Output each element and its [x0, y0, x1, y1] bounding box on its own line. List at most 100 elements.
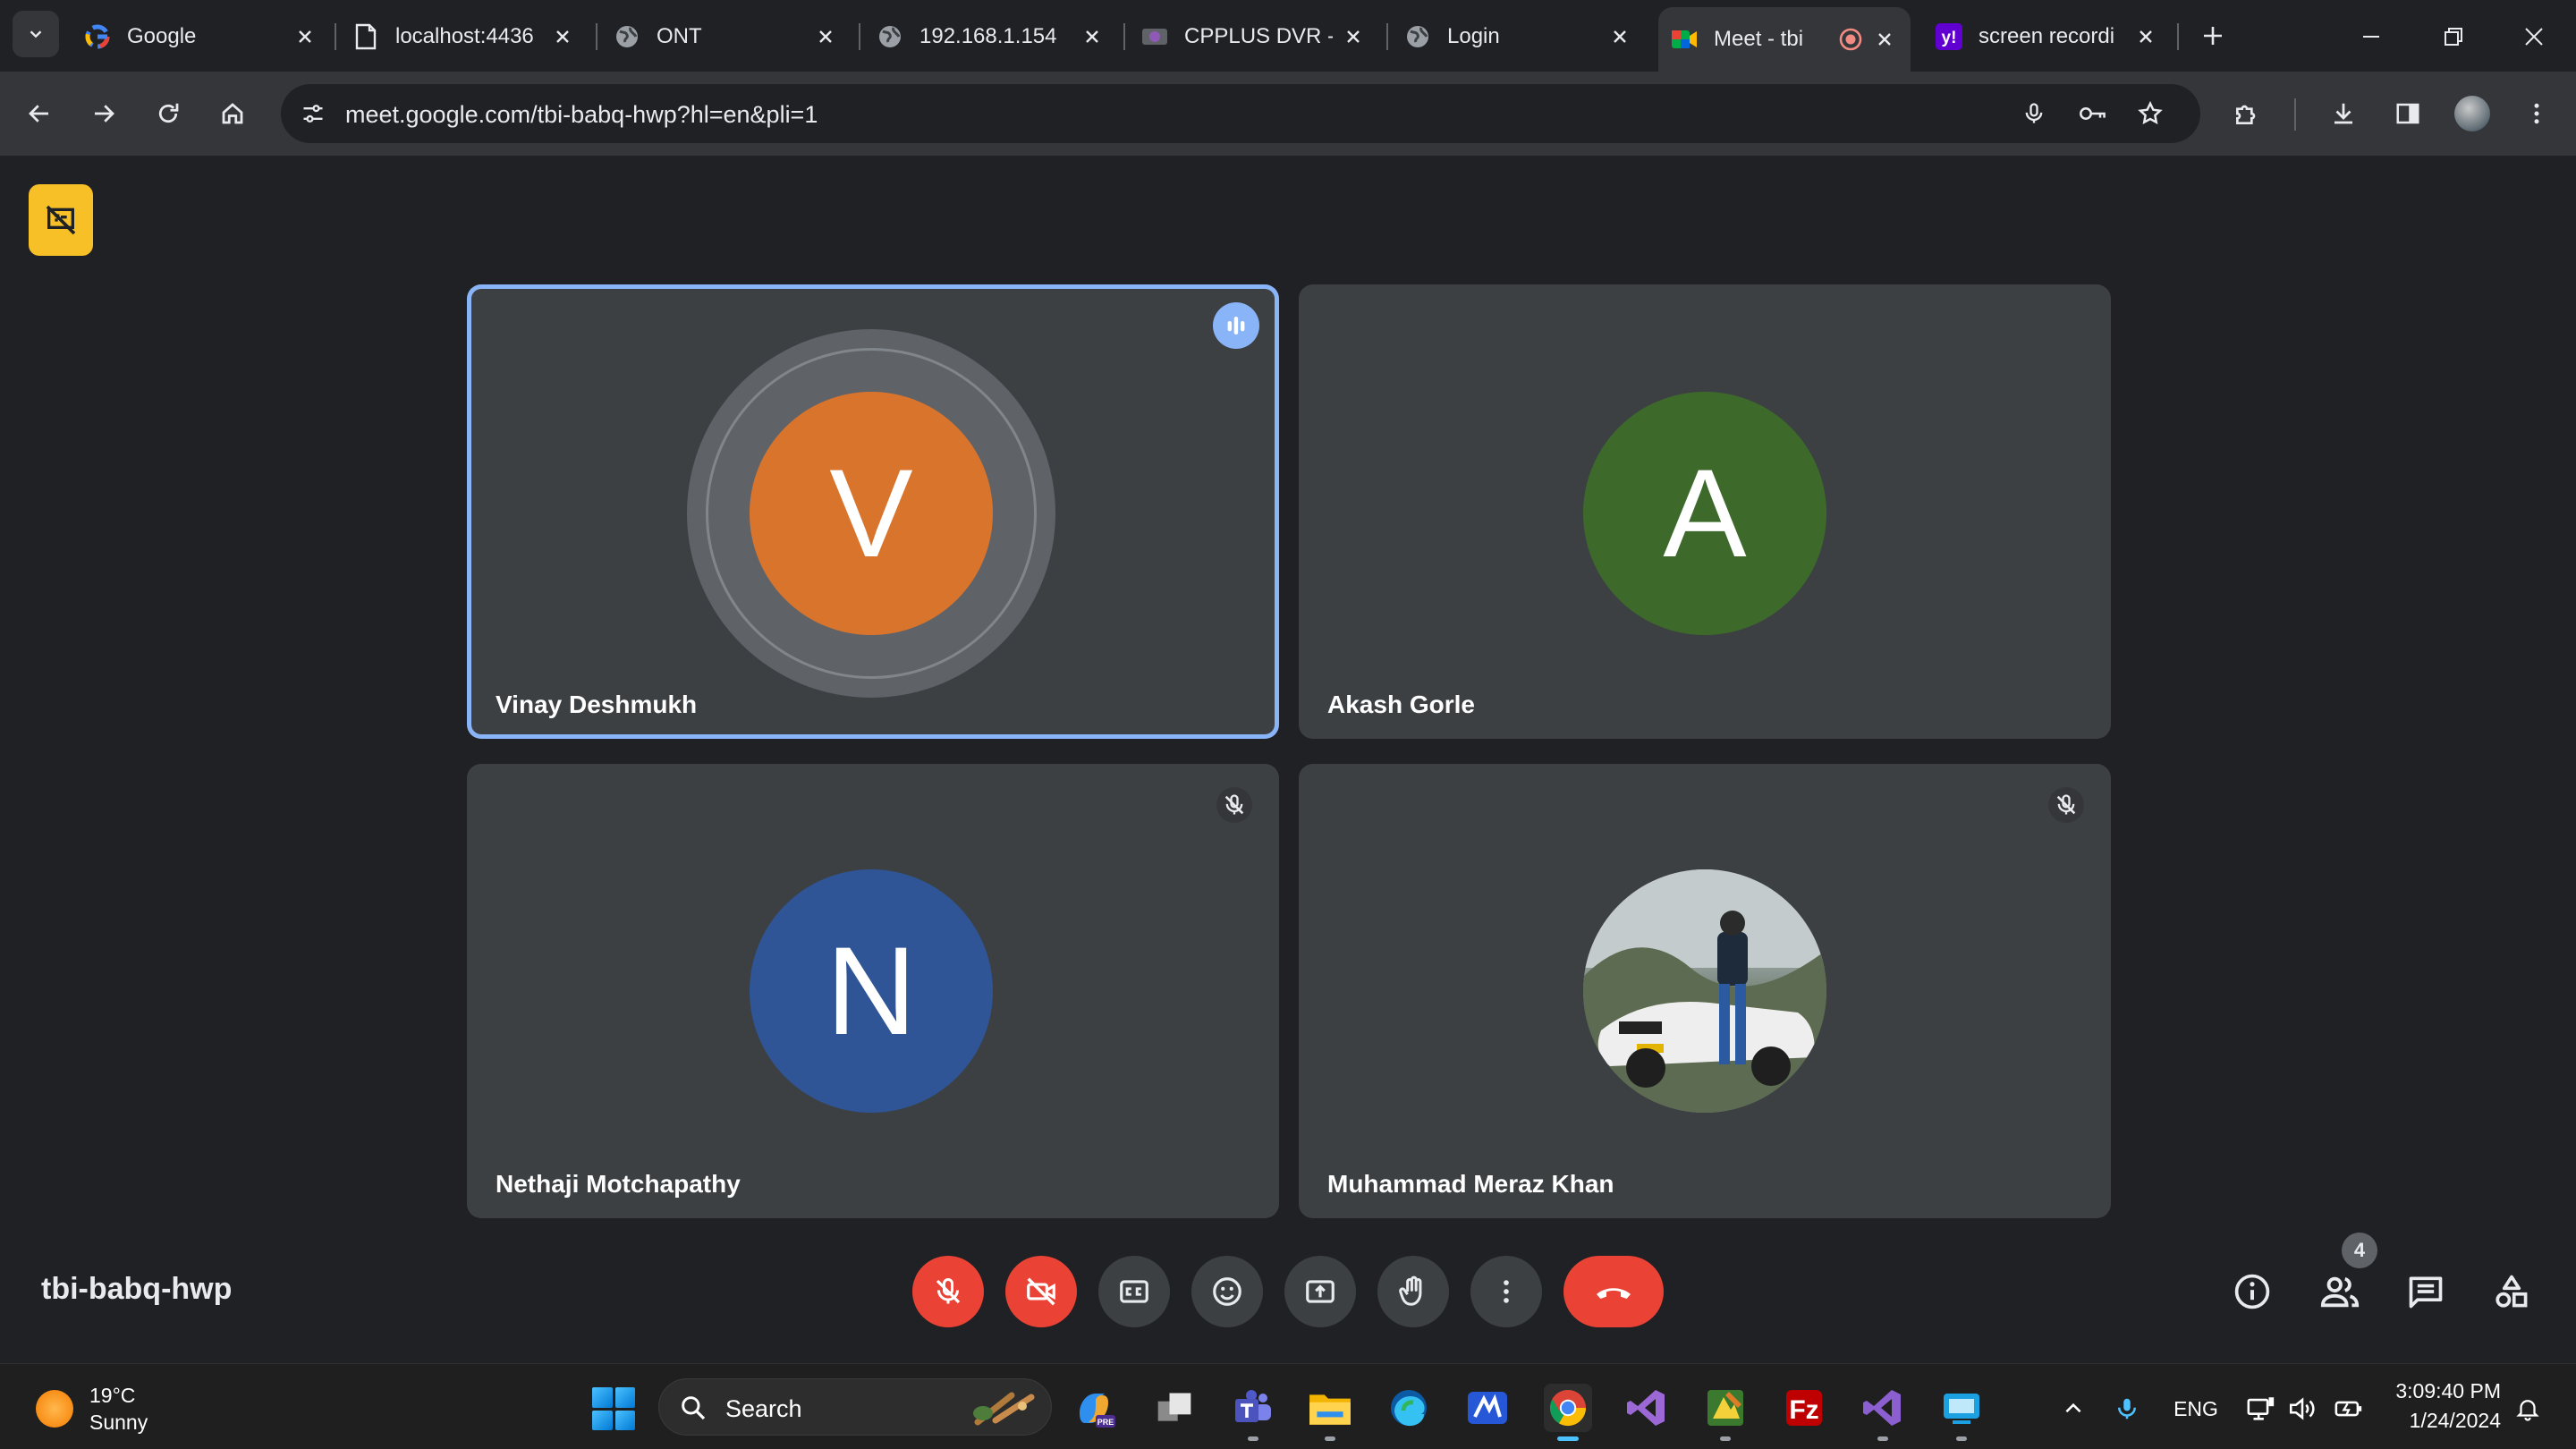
passwords-button[interactable]	[2073, 94, 2113, 133]
notifications-button[interactable]	[2510, 1391, 2546, 1427]
running-indicator	[1248, 1436, 1258, 1441]
chat-icon	[2409, 1276, 2443, 1309]
chrome-icon[interactable]	[1544, 1384, 1592, 1441]
site-info-button[interactable]	[293, 94, 333, 133]
weather-widget[interactable]: 19°C Sunny	[36, 1382, 148, 1436]
present-screen-button[interactable]	[1284, 1256, 1356, 1327]
search-highlight-icon	[973, 1392, 1035, 1426]
people-button[interactable]	[2315, 1267, 2365, 1317]
activities-button[interactable]	[2487, 1267, 2537, 1317]
tab-title: ONT	[657, 24, 702, 48]
downloads-button[interactable]	[2320, 90, 2367, 137]
task-view-icon[interactable]	[1150, 1384, 1199, 1432]
microphone-tray-icon[interactable]	[2109, 1391, 2145, 1427]
active-indicator	[1557, 1436, 1579, 1441]
captions-button[interactable]	[1098, 1256, 1170, 1327]
tab-ont[interactable]: ONT	[601, 11, 852, 63]
menu-button[interactable]	[2513, 90, 2560, 137]
battery-icon[interactable]	[2331, 1391, 2367, 1427]
taskbar-search[interactable]: Search	[658, 1378, 1052, 1436]
tab-google[interactable]: Google	[72, 11, 331, 63]
participant-tile[interactable]: N Nethaji Motchapathy	[467, 764, 1279, 1218]
presentation-alert-button[interactable]	[29, 184, 93, 256]
language-indicator[interactable]: ENG	[2166, 1391, 2225, 1427]
participant-count-badge: 4	[2342, 1233, 2377, 1268]
leave-call-button[interactable]	[1563, 1256, 1664, 1327]
close-icon[interactable]	[549, 23, 576, 50]
puzzle-icon	[2236, 105, 2256, 124]
participant-tile[interactable]: V Vinay Deshmukh	[467, 284, 1279, 739]
raise-hand-button[interactable]	[1377, 1256, 1449, 1327]
participant-name: Vinay Deshmukh	[496, 691, 698, 718]
mic-toggle-button[interactable]	[912, 1256, 984, 1327]
network-icon[interactable]	[2243, 1391, 2279, 1427]
new-tab-button[interactable]	[2193, 16, 2233, 55]
volume-icon[interactable]	[2284, 1391, 2320, 1427]
reload-icon	[158, 103, 179, 123]
extensions-button[interactable]	[2224, 90, 2270, 137]
participant-avatar: N	[750, 869, 993, 1113]
tab-192-168-1-154[interactable]: 192.168.1.154	[864, 11, 1118, 63]
file-explorer-icon[interactable]	[1306, 1384, 1354, 1441]
reload-button[interactable]	[145, 90, 191, 137]
participant-name: Muhammad Meraz Khan	[1327, 1170, 1614, 1198]
system-clock[interactable]: 3:09:40 PM 1/24/2024	[2379, 1377, 2501, 1436]
close-icon[interactable]	[292, 23, 318, 50]
url-text: meet.google.com/tbi-babq-hwp?hl=en&pli=1	[345, 101, 818, 128]
tab-cpplus-dvr[interactable]: CPPLUS DVR -	[1129, 11, 1379, 63]
workflow-app-icon[interactable]	[1463, 1384, 1512, 1432]
participant-tile[interactable]: A Akash Gorle	[1299, 284, 2111, 739]
info-icon	[2234, 1274, 2270, 1309]
profile-button[interactable]	[2449, 90, 2496, 137]
bookmark-button[interactable]	[2131, 94, 2170, 133]
participant-tile[interactable]: Muhammad Meraz Khan	[1299, 764, 2111, 1218]
hand-icon	[1399, 1275, 1422, 1306]
close-icon[interactable]	[812, 23, 839, 50]
restore-icon	[2445, 28, 2462, 46]
side-panel-button[interactable]	[2385, 90, 2431, 137]
reactions-button[interactable]	[1191, 1256, 1263, 1327]
document-icon	[352, 23, 379, 50]
minimize-button[interactable]	[2347, 13, 2395, 61]
restore-button[interactable]	[2429, 13, 2478, 61]
close-icon[interactable]	[1871, 26, 1898, 53]
tab-login[interactable]: Login	[1392, 11, 1646, 63]
tab-localhost[interactable]: localhost:4436	[340, 11, 589, 63]
address-bar[interactable]: meet.google.com/tbi-babq-hwp?hl=en&pli=1	[281, 84, 2200, 143]
close-icon[interactable]	[1606, 23, 1633, 50]
screen: Google localhost:4436 ONT 192.168.1.154 …	[0, 0, 2576, 1449]
home-button[interactable]	[209, 90, 256, 137]
edge-icon[interactable]	[1385, 1384, 1433, 1432]
language-label: ENG	[2174, 1396, 2218, 1420]
paint-tool-icon[interactable]	[1701, 1384, 1750, 1441]
close-window-button[interactable]	[2510, 13, 2558, 61]
microphone-in-use-button[interactable]	[2014, 94, 2054, 133]
close-icon[interactable]	[1340, 23, 1367, 50]
more-options-button[interactable]	[1470, 1256, 1542, 1327]
tab-screen-recording[interactable]: y! screen recordi	[1923, 11, 2172, 63]
tab-title: CPPLUS DVR -	[1184, 24, 1333, 48]
teams-icon[interactable]	[1229, 1384, 1277, 1441]
tab-title: Google	[127, 24, 197, 48]
chat-button[interactable]	[2401, 1267, 2451, 1317]
remote-app-icon[interactable]	[1937, 1384, 1986, 1441]
back-button[interactable]	[16, 90, 63, 137]
close-icon[interactable]	[2132, 23, 2159, 50]
tab-search-button[interactable]	[13, 11, 59, 57]
microphone-icon	[2118, 1398, 2136, 1419]
forward-button[interactable]	[80, 90, 127, 137]
svg-text:Fz: Fz	[1789, 1395, 1818, 1425]
filezilla-icon[interactable]: Fz	[1780, 1384, 1828, 1432]
camera-toggle-button[interactable]	[1005, 1256, 1077, 1327]
visual-studio-icon[interactable]	[1623, 1384, 1671, 1432]
show-hidden-icons-button[interactable]	[2057, 1391, 2089, 1427]
clock-date: 1/24/2024	[2409, 1409, 2501, 1432]
sun-icon	[36, 1390, 73, 1428]
visual-studio-2-icon[interactable]	[1859, 1384, 1907, 1441]
start-button[interactable]	[592, 1387, 635, 1430]
tab-meet[interactable]: Meet - tbi	[1658, 7, 1911, 72]
running-indicator	[1877, 1436, 1888, 1441]
copilot-taskbar-icon[interactable]: PRE	[1070, 1384, 1118, 1432]
close-icon[interactable]	[1079, 23, 1106, 50]
meeting-details-button[interactable]	[2227, 1267, 2277, 1317]
